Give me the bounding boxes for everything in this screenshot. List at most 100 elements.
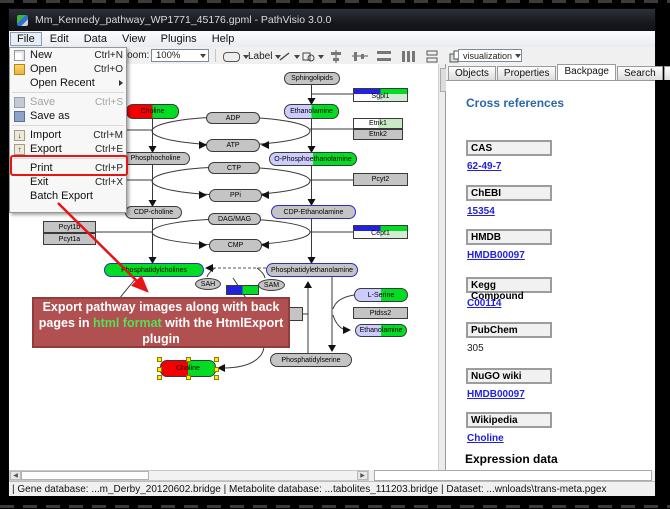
pathway-node-cdp-ethanolamine[interactable]: CDP-Ethanolamine (271, 205, 356, 219)
scroll-left-arrow-icon[interactable]: ◀ (10, 471, 21, 480)
backpage-section-value-chebi[interactable]: 15354 (467, 206, 495, 217)
backpage-section-value-wikipedia[interactable]: Choline (467, 433, 504, 444)
file-menu-item-export[interactable]: ↑ExportCtrl+E (10, 142, 126, 156)
backpage-section-value-kegg-compound[interactable]: C00114 (467, 298, 501, 309)
pathway-node-l-serine[interactable]: L-Serine (354, 288, 408, 302)
file-menu-item-exit[interactable]: ExitCtrl+X (10, 175, 126, 189)
pathway-node-sah[interactable]: SAH (195, 278, 221, 290)
menu-item-label: Batch Export (30, 190, 123, 202)
open-icon (14, 64, 25, 75)
pathway-node-ppi[interactable]: PPi (209, 189, 262, 202)
scrollbar-thumb[interactable] (21, 471, 149, 480)
canvas-horizontal-scrollbar[interactable]: ◀ ▶ (9, 470, 369, 481)
pathway-node-ethanolamine-top[interactable]: Ethanolamine (284, 104, 339, 119)
panel-splitter[interactable] (438, 64, 446, 470)
pathway-node-phosphatidylethanolamine[interactable]: Phosphatidylethanolamine (266, 263, 358, 277)
chevron-down-icon (318, 55, 324, 59)
selection-handle[interactable] (186, 375, 191, 380)
pathway-node-sam[interactable]: SAM (258, 279, 285, 291)
file-menu-item-save-as[interactable]: Save as (10, 109, 126, 123)
align-center-x-button[interactable] (325, 49, 347, 64)
pathway-node-cdp-choline[interactable]: CDP-choline (125, 206, 182, 219)
menu-file[interactable]: File (10, 32, 42, 46)
distribute-vertical-button[interactable] (397, 49, 419, 64)
backpage-section-value-nugo-wiki[interactable]: HMDB00097 (467, 389, 525, 400)
file-menu-item-print[interactable]: PrintCtrl+P (10, 161, 126, 175)
pathway-node-cept1[interactable]: Cept1 (353, 225, 408, 239)
node-label: Ptdss2 (370, 310, 391, 317)
distribute-vertical-icon (400, 50, 416, 63)
menu-view[interactable]: View (115, 32, 153, 46)
menu-separator (12, 125, 124, 126)
pathway-node-etnk1[interactable]: Etnk1 (353, 118, 403, 129)
pathway-node-pcyt2[interactable]: Pcyt2 (353, 173, 408, 186)
pathway-node-cmp[interactable]: CMP (209, 239, 262, 252)
tab-legend[interactable]: Legend (664, 66, 670, 80)
pathway-node-choline-top[interactable]: Choline (126, 104, 179, 119)
pathway-node-ethanolamine-bottom[interactable]: Ethanolamine (355, 324, 407, 337)
menu-plugins[interactable]: Plugins (154, 32, 204, 46)
pathway-node-phosphatidylserine[interactable]: Phosphatidylserine (270, 353, 352, 367)
node-label: CDP-Ethanolamine (284, 209, 344, 216)
align-center-y-button[interactable] (349, 49, 371, 64)
zoom-combobox[interactable]: 100% (151, 49, 209, 62)
callout-highlight-text: html format (93, 316, 162, 330)
pathway-node-ctp[interactable]: CTP (208, 162, 260, 174)
export-icon: ↑ (14, 144, 25, 155)
pathway-node-sphingolipids[interactable]: Sphingolipids (284, 72, 340, 85)
pathway-node-adp[interactable]: ADP (206, 112, 260, 124)
window-title: Mm_Kennedy_pathway_WP1771_45176.gpml - P… (35, 14, 331, 26)
import-icon: ↓ (14, 130, 25, 141)
menu-help[interactable]: Help (205, 32, 242, 46)
save-icon (14, 97, 25, 108)
pathway-node-etnk2[interactable]: Etnk2 (353, 129, 403, 140)
menu-edit[interactable]: Edit (43, 32, 76, 46)
pathway-node-ptdss2[interactable]: Ptdss2 (353, 307, 408, 319)
file-menu-item-import[interactable]: ↓ImportCtrl+M (10, 128, 126, 142)
backpage-section-value-cas[interactable]: 62-49-7 (467, 161, 501, 172)
pathway-node-pcyt1b[interactable]: Pcyt1b (43, 221, 96, 233)
menu-item-shortcut: Ctrl+M (93, 130, 123, 141)
tab-search[interactable]: Search (617, 66, 663, 80)
pathway-node-phosphatidylcholines[interactable]: Phosphatidylcholines (104, 263, 204, 277)
selection-handle[interactable] (157, 367, 162, 372)
selection-handle[interactable] (157, 357, 162, 362)
visualization-combobox[interactable]: visualization (458, 49, 522, 62)
tab-backpage[interactable]: Backpage (557, 64, 615, 80)
menu-item-label: Open (30, 63, 90, 75)
file-menu-item-open[interactable]: OpenCtrl+O (10, 62, 126, 76)
side-panel-tabs: Objects Properties Backpage Search Legen… (448, 65, 670, 80)
pathway-node-o-phosphoethanolamine[interactable]: O-Phosphoethanolamine (269, 152, 357, 166)
pathway-node-gene-box-small[interactable] (226, 285, 259, 295)
distribute-horizontal-button[interactable] (373, 49, 395, 64)
stack-button[interactable] (421, 49, 443, 64)
menu-icon-spacer (14, 177, 25, 188)
selection-handle[interactable] (214, 375, 219, 380)
menu-item-label: Save as (30, 110, 123, 122)
node-label: Cept1 (371, 230, 390, 237)
tab-properties[interactable]: Properties (497, 66, 557, 80)
annotation-callout: Export pathway images along with back pa… (32, 297, 290, 348)
pathway-node-pcyt1a[interactable]: Pcyt1a (43, 233, 96, 245)
pathway-node-sgpl1[interactable]: Sgpl1 (353, 88, 408, 102)
pathway-node-atp[interactable]: ATP (206, 139, 260, 152)
menu-item-label: Save (30, 96, 91, 108)
selection-handle[interactable] (214, 367, 219, 372)
file-menu-item-batch-export[interactable]: Batch Export (10, 189, 126, 203)
menu-data[interactable]: Data (77, 32, 114, 46)
file-menu-item-new[interactable]: NewCtrl+N (10, 48, 126, 62)
backpage-section-value-hmdb[interactable]: HMDB00097 (467, 250, 525, 261)
distribute-horizontal-icon (376, 50, 392, 63)
pathway-node-phosphocholine[interactable]: Phosphocholine (121, 152, 190, 165)
bottom-dashed-border (0, 505, 670, 508)
selection-handle[interactable] (214, 357, 219, 362)
tab-objects[interactable]: Objects (448, 66, 496, 80)
title-bar: Mm_Kennedy_pathway_WP1771_45176.gpml - P… (9, 9, 655, 31)
scroll-right-arrow-icon[interactable]: ▶ (357, 471, 368, 480)
draw-shape-button[interactable] (299, 49, 327, 64)
file-menu-item-open-recent[interactable]: Open Recent (10, 76, 126, 90)
selection-handle[interactable] (157, 375, 162, 380)
pathway-node-dag-mag[interactable]: DAG/MAG (208, 213, 261, 225)
selection-handle[interactable] (186, 357, 191, 362)
node-label: Ethanolamine (360, 327, 403, 334)
